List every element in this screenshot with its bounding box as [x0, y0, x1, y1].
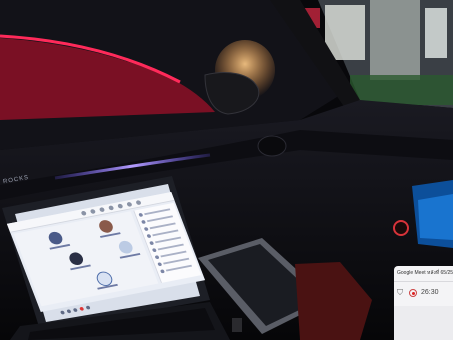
- recording-notification[interactable]: Google Meet หลังที่ 65/256 ⛉ 26:30: [394, 266, 453, 340]
- notification-title: Google Meet หลังที่ 65/256: [397, 270, 453, 276]
- recording-timer: 26:30: [421, 289, 439, 296]
- car-interior-photo: ROCKS Google Meet หลังที่ 65/256 ⛉ 26:30: [0, 0, 453, 340]
- usb-dongle: [232, 318, 242, 332]
- notification-body: [394, 306, 453, 340]
- hazard-button: [393, 220, 409, 236]
- divider: [394, 281, 453, 282]
- shield-icon[interactable]: ⛉: [397, 288, 406, 298]
- record-icon[interactable]: [409, 289, 417, 297]
- air-vent: [257, 135, 287, 157]
- participant-tile[interactable]: [105, 236, 150, 264]
